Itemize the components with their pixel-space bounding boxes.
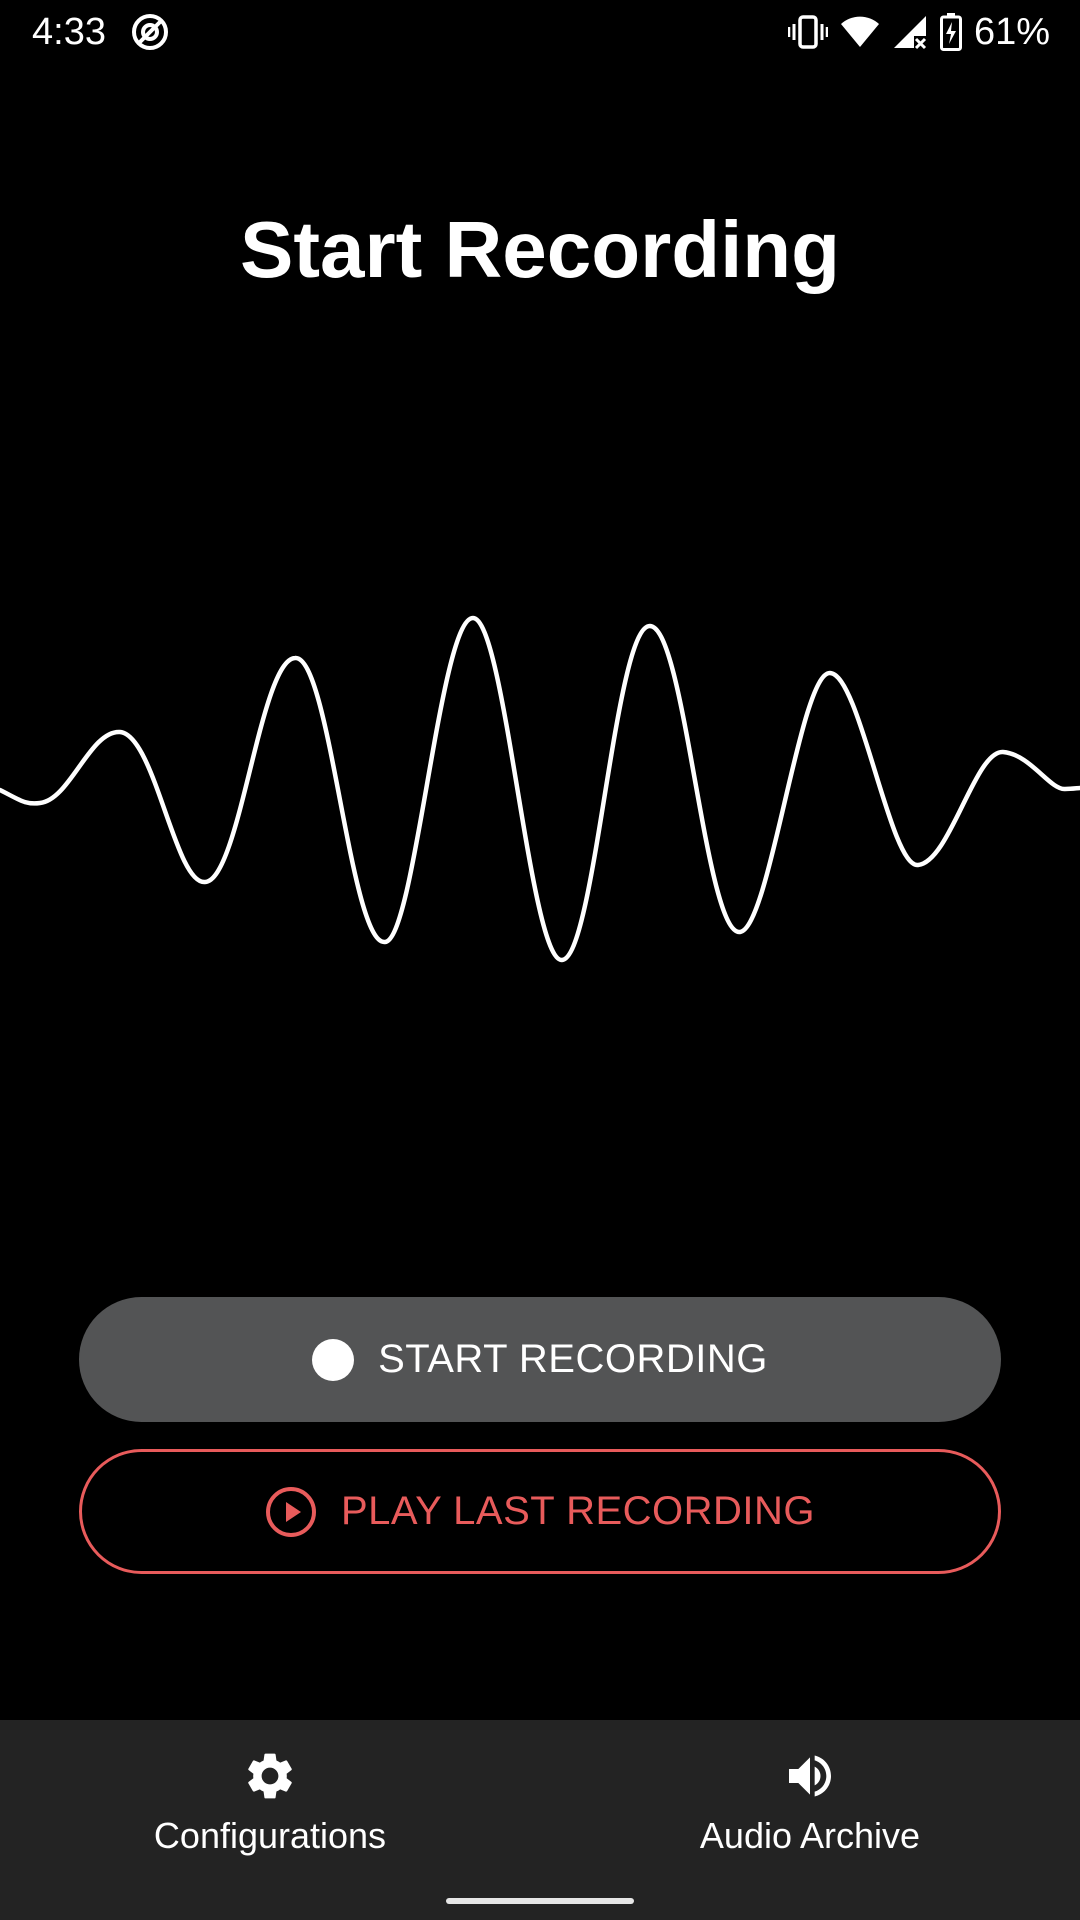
start-recording-button[interactable]: START RECORDING [79, 1297, 1001, 1422]
nav-item-configurations[interactable]: Configurations [0, 1720, 540, 1870]
nav-label-audio-archive: Audio Archive [699, 1815, 921, 1856]
status-time: 4:33 [32, 11, 106, 53]
wifi-icon [840, 16, 879, 47]
nav-label-configurations: Configurations [153, 1815, 387, 1856]
gear-icon [248, 1753, 292, 1799]
battery-percent: 61% [973, 11, 1050, 53]
assistant-icon [132, 14, 168, 50]
play-last-recording-button[interactable]: PLAY LAST RECORDING [79, 1449, 1001, 1574]
cellular-no-signal-icon [893, 16, 926, 50]
waveform-line [0, 615, 1080, 963]
bottom-navigation: Configurations Audio Archive [0, 1720, 1080, 1920]
play-circle-icon [265, 1486, 316, 1537]
home-indicator[interactable] [446, 1898, 634, 1904]
nav-item-audio-archive[interactable]: Audio Archive [540, 1720, 1080, 1870]
play-last-recording-label: PLAY LAST RECORDING [340, 1489, 816, 1533]
record-dot-icon [312, 1338, 355, 1381]
vibrate-icon [787, 15, 828, 49]
start-recording-label: START RECORDING [378, 1337, 768, 1381]
page-title: Start Recording [239, 205, 841, 294]
speaker-icon [789, 1755, 831, 1797]
status-icons: 61% [787, 8, 1050, 56]
status-bar: 4:33 61% [0, 0, 1080, 66]
battery-charging-icon [939, 13, 962, 51]
waveform-graphic [0, 615, 1080, 963]
